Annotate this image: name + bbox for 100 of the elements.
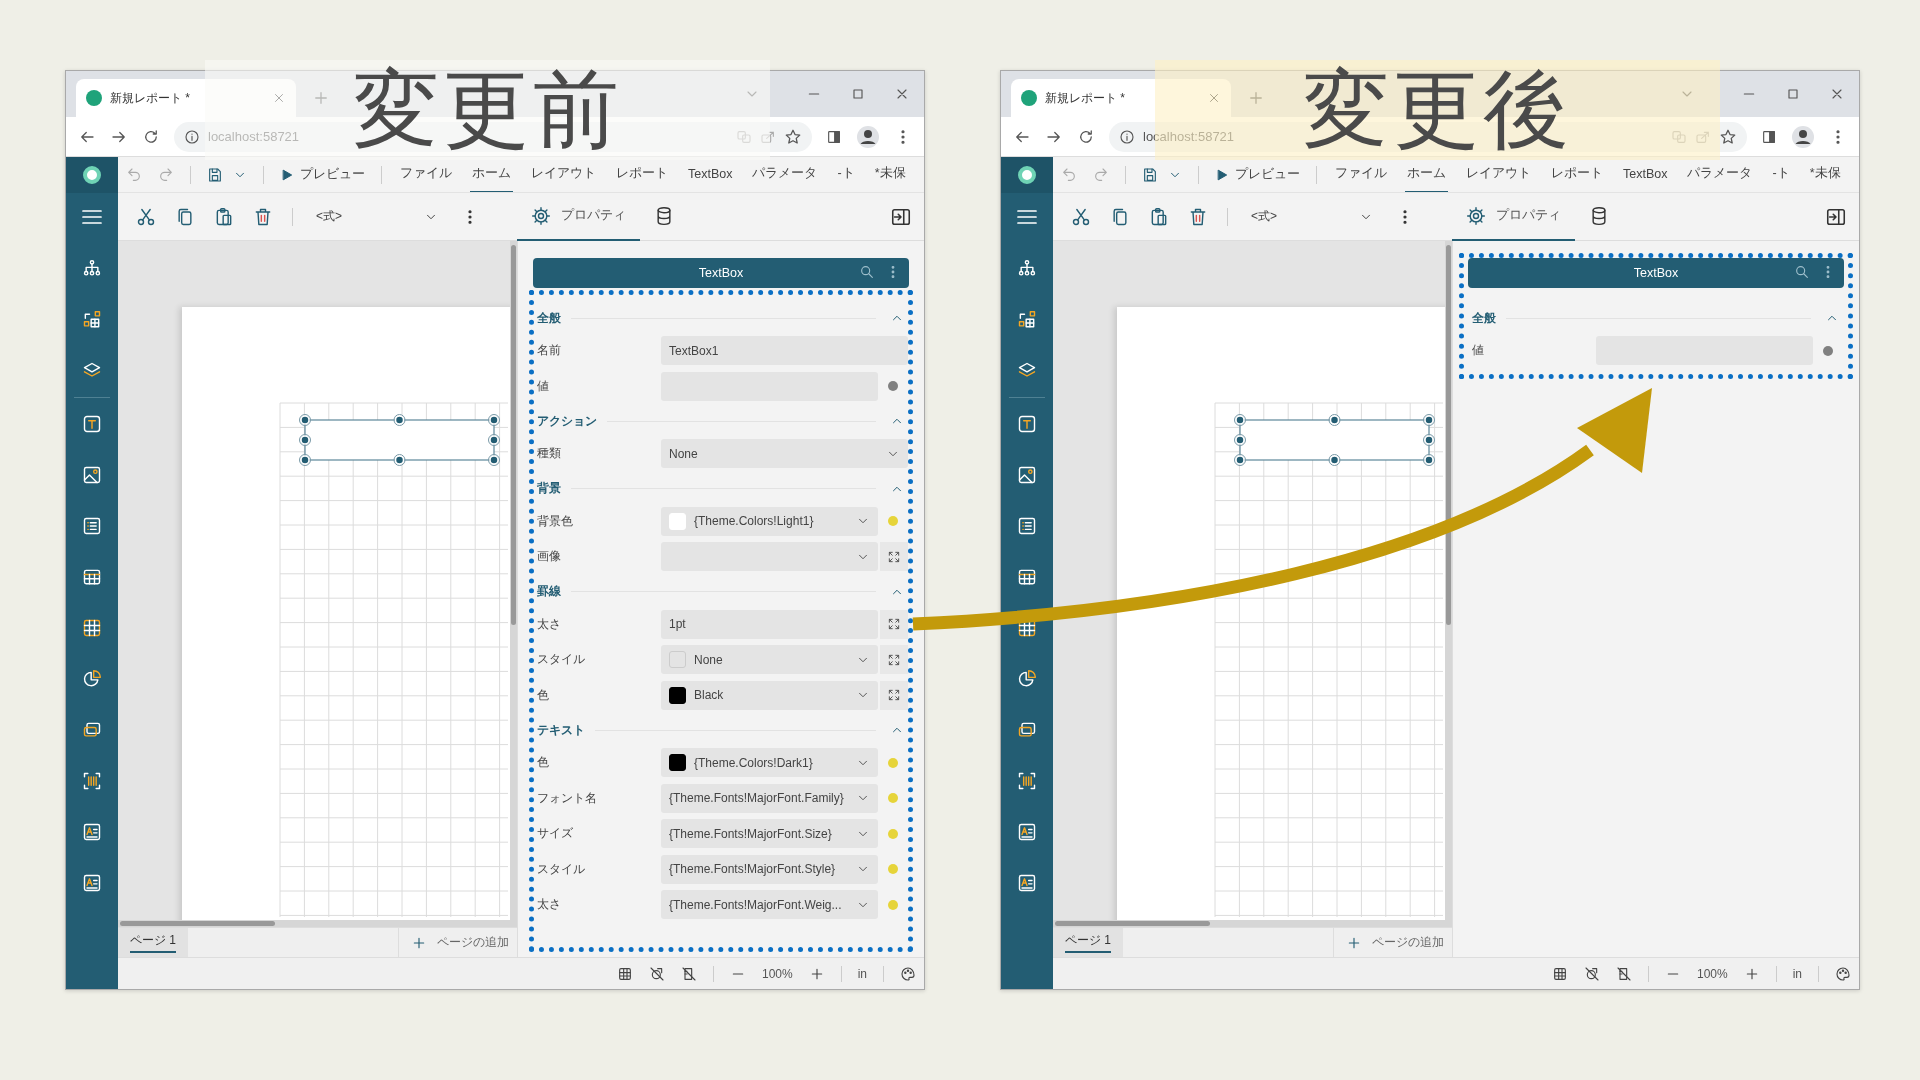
hide-guides-icon[interactable] [1583, 965, 1600, 982]
side-panel-icon[interactable] [826, 128, 842, 145]
table-icon[interactable] [82, 567, 102, 587]
preview-button[interactable]: プレビュー [280, 166, 365, 183]
menu-tab[interactable]: パラメータ [1685, 157, 1755, 192]
cut-icon[interactable] [1071, 206, 1091, 227]
menu-tab[interactable]: *未保 [1807, 157, 1843, 192]
list-icon[interactable] [82, 516, 102, 536]
menu-tab[interactable]: レポート [1549, 157, 1605, 192]
page-tab[interactable]: ページ 1 [118, 928, 188, 957]
expand-button[interactable] [880, 680, 908, 710]
dropdown-field[interactable] [661, 542, 878, 572]
barcode-icon[interactable] [82, 771, 102, 791]
container-icon[interactable] [1017, 720, 1037, 740]
expand-button[interactable] [880, 645, 908, 675]
list-icon[interactable] [1017, 516, 1037, 536]
expand-button[interactable] [880, 609, 908, 639]
dropdown-field[interactable]: {Theme.Fonts!MajorFont.Style} [661, 854, 878, 884]
menu-tab[interactable]: -ト [835, 157, 857, 192]
dropdown-field[interactable]: {Theme.Colors!Dark1} [661, 748, 878, 778]
form-icon[interactable] [82, 822, 102, 842]
menu-tab[interactable]: ホーム [1405, 157, 1448, 192]
expression-dropdown[interactable]: <式> [312, 208, 442, 225]
status-dot[interactable] [888, 516, 898, 527]
profile-icon[interactable] [1791, 124, 1815, 149]
textbox-icon[interactable] [82, 414, 102, 434]
save-icon[interactable] [1142, 166, 1158, 183]
status-dot[interactable] [888, 381, 898, 392]
selected-textbox[interactable] [299, 414, 500, 466]
preview-button[interactable]: プレビュー [1215, 166, 1300, 183]
selected-textbox[interactable] [1234, 414, 1435, 466]
star-icon[interactable] [1719, 127, 1737, 146]
dropdown-field[interactable]: {Theme.Fonts!MajorFont.Weig... [661, 890, 878, 920]
pie-chart-icon[interactable] [82, 669, 102, 689]
properties-tab[interactable]: プロパティ [517, 192, 640, 241]
dropdown-field[interactable]: {Theme.Fonts!MajorFont.Size} [661, 819, 878, 849]
cut-icon[interactable] [136, 206, 156, 227]
menu-tab[interactable]: ファイル [1333, 157, 1389, 192]
browser-tab[interactable]: 新規レポート * [76, 79, 296, 117]
container-icon[interactable] [82, 720, 102, 740]
reload-icon[interactable] [142, 127, 160, 146]
menu-tab[interactable]: レイアウト [529, 157, 598, 192]
search-icon[interactable] [1794, 264, 1810, 280]
copy-icon[interactable] [1110, 206, 1130, 227]
copy-icon[interactable] [175, 206, 195, 227]
grid-icon[interactable] [616, 965, 633, 982]
expand-button[interactable] [880, 542, 908, 572]
table-icon[interactable] [1017, 567, 1037, 587]
hide-guides-icon[interactable] [648, 965, 665, 982]
menu-tab[interactable]: レポート [614, 157, 670, 192]
palette-icon[interactable] [1835, 965, 1851, 982]
form-icon[interactable] [1017, 822, 1037, 842]
status-dot[interactable] [1823, 345, 1833, 356]
dropdown-field[interactable]: None [661, 645, 878, 675]
status-dot[interactable] [888, 899, 898, 910]
menu-tab[interactable]: パラメータ [750, 157, 820, 192]
components-icon[interactable] [1017, 310, 1037, 330]
menu-tab[interactable]: TextBox [1621, 157, 1670, 192]
profile-icon[interactable] [856, 124, 880, 149]
dropdown-field[interactable]: None [661, 439, 908, 469]
textbox-icon[interactable] [1017, 414, 1037, 434]
hide-ruler-icon[interactable] [1615, 965, 1632, 982]
hide-ruler-icon[interactable] [680, 965, 697, 982]
delete-icon[interactable] [253, 206, 273, 227]
barcode-icon[interactable] [1017, 771, 1037, 791]
pie-chart-icon[interactable] [1017, 669, 1037, 689]
grid-icon[interactable] [1551, 965, 1568, 982]
delete-icon[interactable] [1188, 206, 1208, 227]
paste-icon[interactable] [1149, 206, 1169, 227]
page-tab[interactable]: ページ 1 [1053, 928, 1123, 957]
menu-tab[interactable]: ホーム [470, 157, 513, 192]
dropdown-field[interactable]: {Theme.Fonts!MajorFont.Family} [661, 783, 878, 813]
dropdown-field[interactable]: {Theme.Colors!Light1} [661, 506, 878, 536]
menu-tab[interactable]: -ト [1770, 157, 1792, 192]
palette-icon[interactable] [900, 965, 916, 982]
input-field[interactable]: TextBox1 [661, 336, 908, 366]
reload-icon[interactable] [1077, 127, 1095, 146]
status-dot[interactable] [888, 793, 898, 804]
dropdown-field[interactable]: Black [661, 680, 878, 710]
info-icon[interactable] [184, 128, 200, 145]
grid-table-icon[interactable] [82, 618, 102, 638]
side-panel-icon[interactable] [1761, 128, 1777, 145]
form-icon[interactable] [82, 873, 102, 893]
info-icon[interactable] [1119, 128, 1135, 145]
form-icon[interactable] [1017, 873, 1037, 893]
menu-tab[interactable]: ファイル [398, 157, 454, 192]
menu-tab[interactable]: *未保 [872, 157, 908, 192]
image-icon[interactable] [82, 465, 102, 485]
menu-tab[interactable]: TextBox [686, 157, 735, 192]
menu-tab[interactable]: レイアウト [1464, 157, 1533, 192]
status-dot[interactable] [888, 828, 898, 839]
properties-tab[interactable]: プロパティ [1452, 192, 1575, 241]
save-icon[interactable] [207, 166, 223, 183]
app-logo-icon[interactable] [1018, 166, 1036, 184]
status-dot[interactable] [888, 757, 898, 768]
input-field[interactable]: 1pt [661, 609, 878, 639]
app-logo-icon[interactable] [83, 166, 101, 184]
components-icon[interactable] [82, 310, 102, 330]
browser-tab[interactable]: 新規レポート * [1011, 79, 1231, 117]
expression-dropdown[interactable]: <式> [1247, 208, 1377, 225]
